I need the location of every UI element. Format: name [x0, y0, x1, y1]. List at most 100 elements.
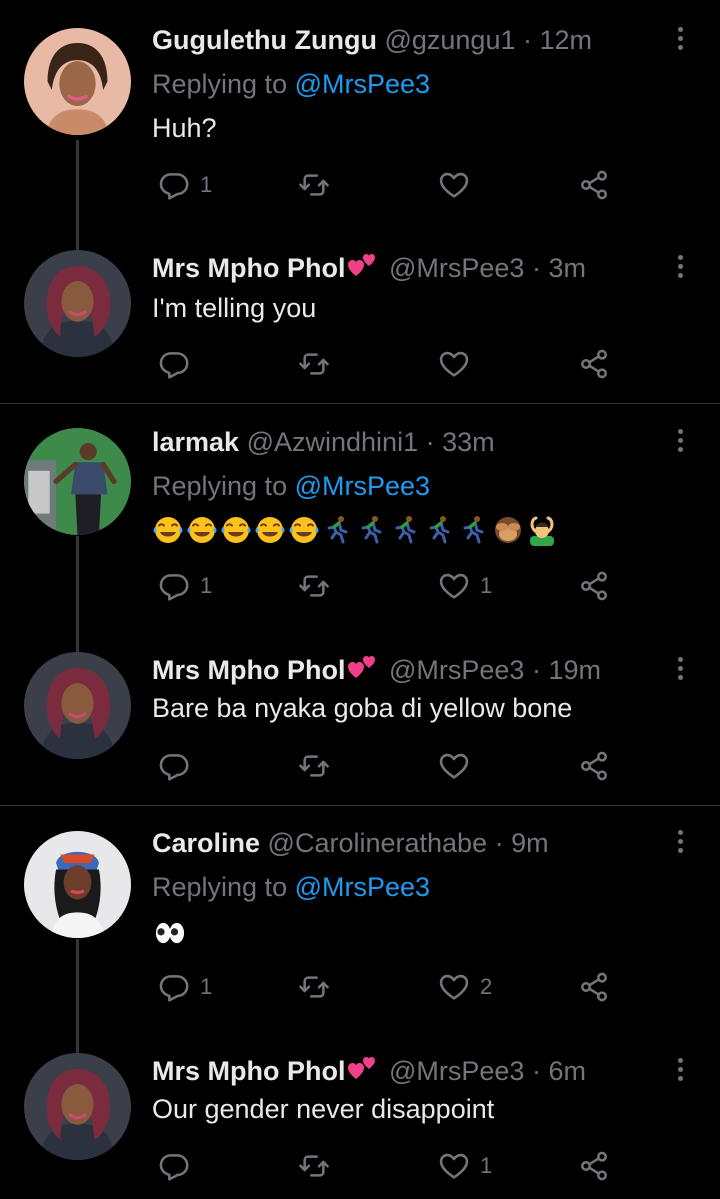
like-button[interactable]: [438, 346, 470, 382]
retweet-button[interactable]: [298, 568, 330, 604]
reply-button[interactable]: 1: [158, 969, 212, 1005]
retweet-button[interactable]: [298, 167, 330, 203]
running-man-icon: [390, 514, 422, 546]
action-bar: 1: [152, 167, 622, 203]
divider: [0, 403, 720, 404]
reply-count: 1: [200, 974, 213, 999]
like-button[interactable]: 1: [438, 568, 492, 604]
reply-button[interactable]: 1: [158, 568, 212, 604]
replying-to: Replying to @MrsPee3: [152, 869, 430, 905]
replying-to: Replying to @MrsPee3: [152, 66, 430, 102]
retweet-button[interactable]: [298, 1148, 330, 1184]
retweet-icon: [298, 971, 330, 1003]
tweet[interactable]: Caroline @Carolinerathabe · 9m Replying …: [0, 825, 720, 1055]
avatar[interactable]: [24, 652, 131, 759]
display-name[interactable]: Mrs Mpho Phol: [152, 1056, 345, 1086]
like-button[interactable]: [438, 167, 470, 203]
action-bar: [152, 748, 622, 784]
handle[interactable]: @MrsPee3: [389, 1056, 524, 1086]
reply-button[interactable]: [158, 748, 190, 784]
display-name[interactable]: Mrs Mpho Phol: [152, 253, 345, 283]
reply-icon: [158, 1150, 190, 1182]
heart-icon: [438, 348, 470, 380]
heart-icon: [438, 570, 470, 602]
retweet-icon: [298, 1150, 330, 1182]
reply-button[interactable]: [158, 346, 190, 382]
reply-button[interactable]: [158, 1148, 190, 1184]
replying-label: Replying to: [152, 69, 288, 99]
reply-icon: [158, 169, 190, 201]
avatar[interactable]: [24, 428, 131, 535]
timestamp[interactable]: · 9m: [495, 828, 549, 858]
mention-link[interactable]: @MrsPee3: [295, 69, 430, 99]
handle[interactable]: @gzungu1: [384, 25, 515, 55]
retweet-icon: [298, 750, 330, 782]
reply-button[interactable]: 1: [158, 167, 212, 203]
retweet-button[interactable]: [298, 346, 330, 382]
timestamp[interactable]: · 6m: [532, 1056, 586, 1086]
tweet[interactable]: Mrs Mpho Phol @MrsPee3 · 6m Our gender n…: [0, 1053, 720, 1199]
tweet[interactable]: Mrs Mpho Phol @MrsPee3 · 19m Bare ba nya…: [0, 652, 720, 802]
tweet-header: Mrs Mpho Phol @MrsPee3 · 19m: [152, 652, 601, 688]
running-man-icon: [356, 514, 388, 546]
reply-count: 1: [200, 172, 213, 197]
mention-link[interactable]: @MrsPee3: [295, 872, 430, 902]
tweet[interactable]: Gugulethu Zungu @gzungu1 · 12m Replying …: [0, 22, 720, 250]
share-icon: [578, 570, 610, 602]
tweet[interactable]: larmak @Azwindhini1 · 33m Replying to @M…: [0, 424, 720, 654]
handle[interactable]: @MrsPee3: [389, 253, 524, 283]
display-name[interactable]: larmak: [152, 427, 239, 457]
more-options-icon[interactable]: [668, 654, 692, 686]
avatar[interactable]: [24, 831, 131, 938]
retweet-button[interactable]: [298, 748, 330, 784]
handle[interactable]: @MrsPee3: [389, 655, 524, 685]
share-button[interactable]: [578, 167, 610, 203]
tears-of-joy-icon: [220, 514, 252, 546]
timestamp[interactable]: · 3m: [532, 253, 586, 283]
action-bar: 1 2: [152, 969, 622, 1005]
share-button[interactable]: [578, 346, 610, 382]
reply-icon: [158, 971, 190, 1003]
like-button[interactable]: [438, 748, 470, 784]
tweet-header: Caroline @Carolinerathabe · 9m: [152, 825, 549, 861]
avatar[interactable]: [24, 1053, 131, 1160]
mention-link[interactable]: @MrsPee3: [295, 471, 430, 501]
see-no-evil-monkey-icon: [492, 514, 524, 546]
more-options-icon[interactable]: [668, 1055, 692, 1087]
tweet-text: Bare ba nyaka goba di yellow bone: [152, 693, 573, 723]
share-button[interactable]: [578, 969, 610, 1005]
replying-label: Replying to: [152, 872, 288, 902]
like-button[interactable]: 2: [438, 969, 492, 1005]
heart-icon: [438, 1150, 470, 1182]
share-button[interactable]: [578, 568, 610, 604]
heart-icon: [438, 750, 470, 782]
share-button[interactable]: [578, 1148, 610, 1184]
timestamp[interactable]: · 12m: [523, 25, 592, 55]
display-name[interactable]: Caroline: [152, 828, 260, 858]
retweet-icon: [298, 169, 330, 201]
like-button[interactable]: 1: [438, 1148, 492, 1184]
share-button[interactable]: [578, 748, 610, 784]
more-options-icon[interactable]: [668, 827, 692, 859]
retweet-button[interactable]: [298, 969, 330, 1005]
two-hearts-icon: [347, 1053, 379, 1085]
share-icon: [578, 348, 610, 380]
running-man-icon: [424, 514, 456, 546]
heart-icon: [438, 971, 470, 1003]
tears-of-joy-icon: [186, 514, 218, 546]
handle[interactable]: @Carolinerathabe: [268, 828, 488, 858]
avatar[interactable]: [24, 250, 131, 357]
display-name[interactable]: Gugulethu Zungu: [152, 25, 377, 55]
more-options-icon[interactable]: [668, 426, 692, 458]
more-options-icon[interactable]: [668, 252, 692, 284]
handle[interactable]: @Azwindhini1: [247, 427, 419, 457]
more-options-icon[interactable]: [668, 24, 692, 56]
timestamp[interactable]: · 33m: [426, 427, 495, 457]
avatar[interactable]: [24, 28, 131, 135]
display-name[interactable]: Mrs Mpho Phol: [152, 655, 345, 685]
divider: [0, 805, 720, 806]
reply-count: 1: [200, 573, 213, 598]
timestamp[interactable]: · 19m: [532, 655, 601, 685]
tweet[interactable]: Mrs Mpho Phol @MrsPee3 · 3m I'm telling …: [0, 250, 720, 400]
like-count: 2: [480, 974, 493, 999]
